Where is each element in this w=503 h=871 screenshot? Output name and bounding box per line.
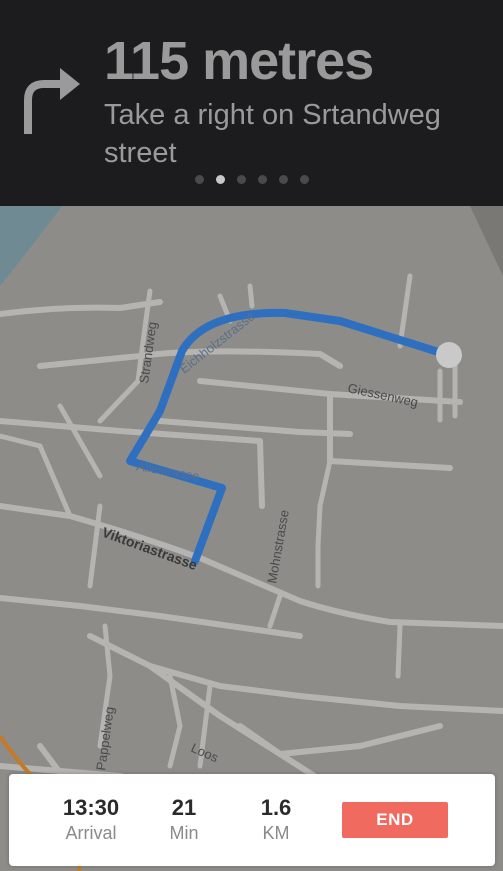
pager-dot[interactable] (299, 175, 309, 184)
distance-stat: 1.6 KM (221, 796, 331, 844)
remaining-distance-label: KM (262, 823, 290, 843)
pager-dot[interactable] (278, 175, 288, 184)
instruction-pager[interactable] (0, 175, 503, 184)
navigation-banner: 115 metres Take a right on Srtandweg str… (0, 0, 503, 206)
pager-dot-active[interactable] (215, 175, 225, 184)
pager-dot[interactable] (236, 175, 246, 184)
remaining-distance-value: 1.6 (260, 795, 292, 820)
pager-dot[interactable] (257, 175, 267, 184)
pager-dot[interactable] (194, 175, 204, 184)
turn-instruction: Take a right on Srtandweg street (104, 99, 441, 169)
destination-marker[interactable] (436, 342, 462, 368)
trip-summary-panel: 13:30 Arrival 21 Min 1.6 KM END (9, 774, 495, 866)
turn-right-arrow-icon (24, 68, 80, 134)
route-map[interactable]: Strandweg Eichholzstrasse Giessenweg Ali… (0, 206, 503, 871)
distance-to-turn: 115 metres (104, 31, 374, 91)
end-navigation-button[interactable]: END (342, 802, 448, 838)
